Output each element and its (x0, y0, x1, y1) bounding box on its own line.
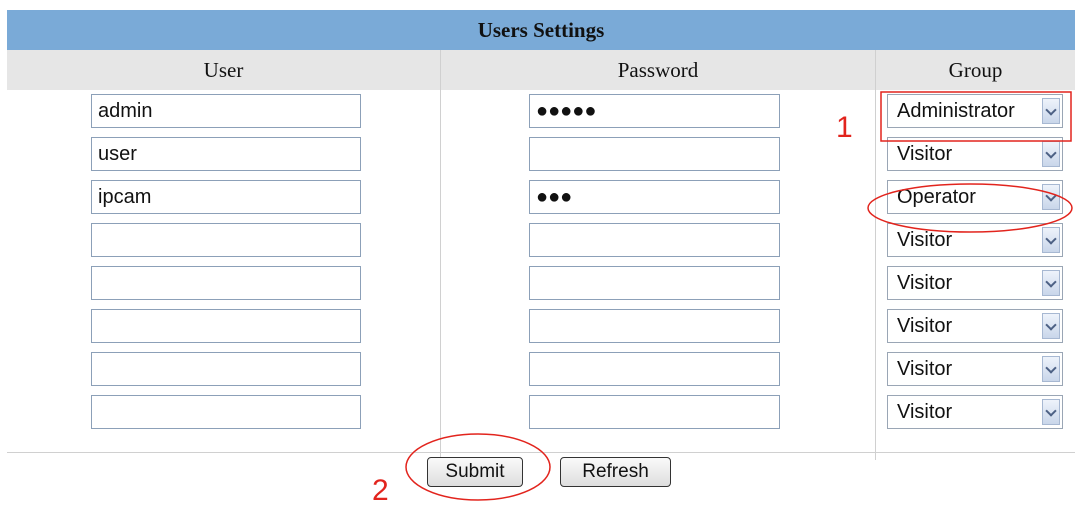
annotation-marker-2: 2 (372, 474, 389, 507)
annotation-overlay (405, 91, 1073, 501)
annotation-marker-1: 1 (836, 111, 853, 144)
annotation-box-1 (880, 91, 1072, 142)
annotation-ellipse-submit (405, 433, 551, 501)
annotation-ellipse-operator (867, 183, 1073, 233)
